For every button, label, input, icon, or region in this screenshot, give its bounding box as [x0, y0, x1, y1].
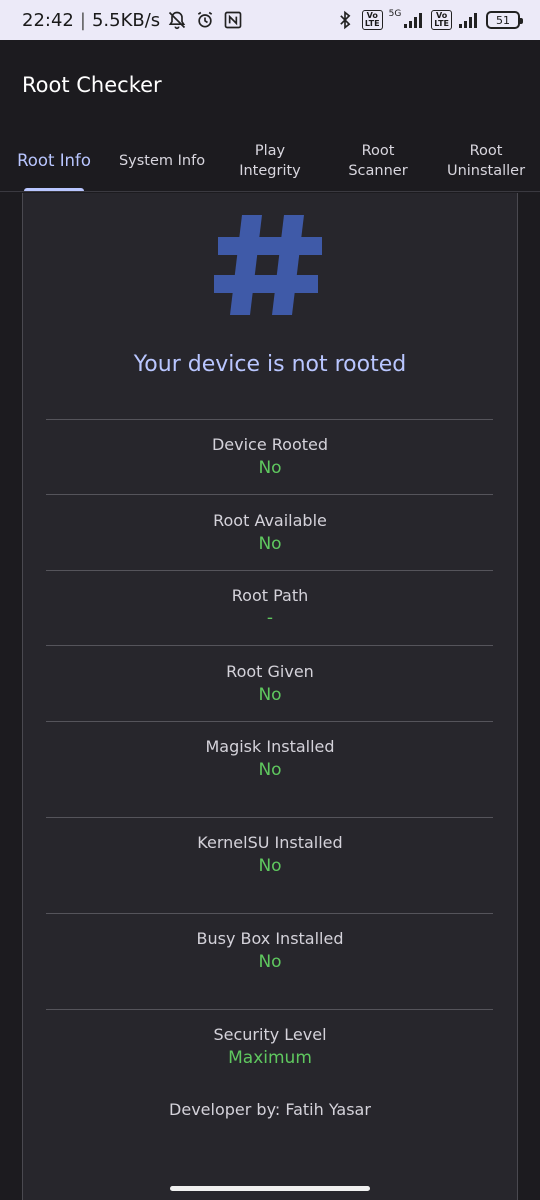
- busybox-installed-label: Busy Box Installed: [196, 929, 344, 948]
- root-given-label: Root Given: [226, 662, 314, 681]
- tab-label: System Info: [118, 153, 206, 169]
- tab-system-info[interactable]: System Info: [108, 130, 216, 192]
- divider: [46, 721, 493, 722]
- signal-icon: [403, 9, 425, 31]
- divider: [46, 494, 493, 495]
- tab-bar: Root Info System Info Play Integrity Roo…: [0, 130, 540, 192]
- status-separator: |: [79, 9, 86, 31]
- divider: [46, 1009, 493, 1010]
- network-type-label: 5G: [388, 9, 402, 19]
- volte-icon-2: Vo LTE: [431, 10, 452, 30]
- developer-credit: Developer by: Fatih Yasar: [169, 1100, 371, 1119]
- bluetooth-icon: [334, 9, 356, 31]
- tab-root-info[interactable]: Root Info: [0, 130, 108, 192]
- kernelsu-installed-label: KernelSU Installed: [197, 833, 343, 852]
- device-rooted-value: No: [258, 458, 282, 478]
- tab-label: Root Info: [17, 151, 91, 170]
- divider: [46, 817, 493, 818]
- tab-label: Root Scanner: [348, 143, 408, 179]
- magisk-installed-value: No: [258, 760, 282, 780]
- volte-icon: Vo LTE: [361, 10, 383, 30]
- battery-level: 51: [496, 13, 510, 27]
- root-path-label: Root Path: [231, 586, 309, 605]
- navigation-handle[interactable]: [170, 1186, 370, 1191]
- alarm-icon: [194, 9, 216, 31]
- divider: [46, 913, 493, 914]
- tab-root-uninstaller[interactable]: Root Uninstaller: [432, 130, 540, 192]
- root-given-value: No: [258, 685, 282, 705]
- battery-icon: 51: [486, 11, 523, 29]
- signal-icon-2: [458, 9, 480, 31]
- status-net-speed: 5.5KB/s: [91, 9, 161, 31]
- tab-indicator: [24, 188, 84, 191]
- root-path-value: -: [266, 608, 274, 628]
- device-rooted-label: Device Rooted: [211, 435, 329, 454]
- tab-label: Root Uninstaller: [446, 143, 526, 179]
- app-bar: Root Checker: [0, 40, 540, 130]
- bell-off-icon: [166, 9, 188, 31]
- status-bar: 22:42 | 5.5KB/s Vo LTE 5G Vo LTE 51: [0, 0, 540, 40]
- tab-root-scanner[interactable]: Root Scanner: [324, 130, 432, 192]
- app-title: Root Checker: [22, 73, 162, 97]
- kernelsu-installed-value: No: [258, 856, 282, 876]
- busybox-installed-value: No: [258, 952, 282, 972]
- hash-icon: [210, 215, 330, 315]
- root-available-value: No: [258, 534, 282, 554]
- divider: [46, 570, 493, 571]
- root-status-headline: Your device is not rooted: [133, 352, 407, 377]
- divider: [46, 645, 493, 646]
- magisk-installed-label: Magisk Installed: [205, 737, 335, 756]
- tab-label: Play Integrity: [239, 143, 301, 179]
- security-level-label: Security Level: [213, 1025, 327, 1044]
- status-time: 22:42: [22, 9, 74, 31]
- security-level-value: Maximum: [228, 1048, 312, 1068]
- root-available-label: Root Available: [213, 511, 327, 530]
- tab-play-integrity[interactable]: Play Integrity: [216, 130, 324, 192]
- nfc-icon: [222, 9, 244, 31]
- divider: [46, 419, 493, 420]
